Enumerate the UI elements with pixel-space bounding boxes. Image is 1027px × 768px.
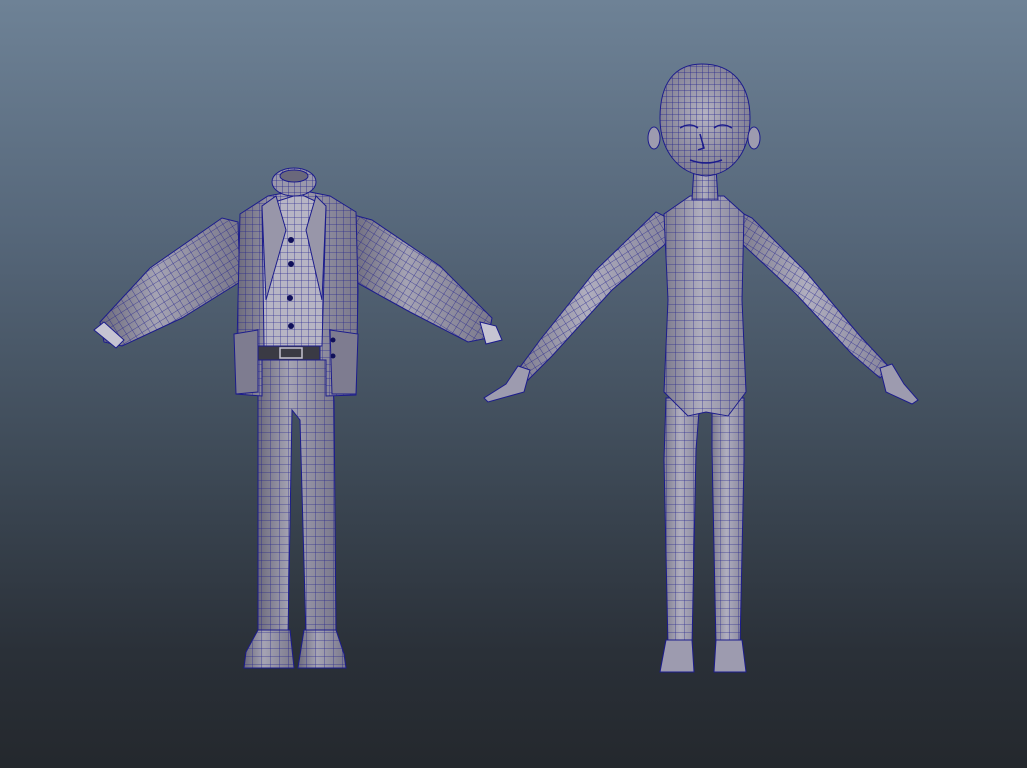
shirt-collar[interactable] bbox=[271, 167, 317, 197]
body-left-ear bbox=[647, 126, 661, 150]
jacket-right-sleeve[interactable] bbox=[349, 213, 503, 345]
clothing-outfit-model[interactable] bbox=[93, 167, 503, 669]
body-right-ear bbox=[747, 126, 761, 150]
jacket-left-sleeve[interactable] bbox=[93, 217, 241, 349]
viewport-canvas[interactable] bbox=[0, 0, 1027, 768]
body-head[interactable] bbox=[647, 63, 761, 177]
body-torso[interactable] bbox=[663, 195, 747, 417]
body-legs[interactable] bbox=[663, 397, 745, 647]
jacket-left-pocket[interactable] bbox=[233, 329, 259, 395]
3d-viewport[interactable] bbox=[0, 0, 1027, 768]
body-left-hand[interactable] bbox=[483, 365, 531, 403]
body-right-arm[interactable] bbox=[737, 211, 919, 405]
trousers[interactable] bbox=[257, 359, 337, 637]
belt[interactable] bbox=[257, 345, 321, 361]
left-shoe[interactable] bbox=[243, 629, 295, 669]
body-left-arm[interactable] bbox=[483, 211, 671, 403]
character-body-model[interactable] bbox=[483, 63, 919, 673]
right-shoe[interactable] bbox=[297, 629, 347, 669]
body-right-foot[interactable] bbox=[713, 639, 747, 673]
body-right-hand[interactable] bbox=[879, 363, 919, 405]
body-left-foot[interactable] bbox=[659, 639, 695, 673]
